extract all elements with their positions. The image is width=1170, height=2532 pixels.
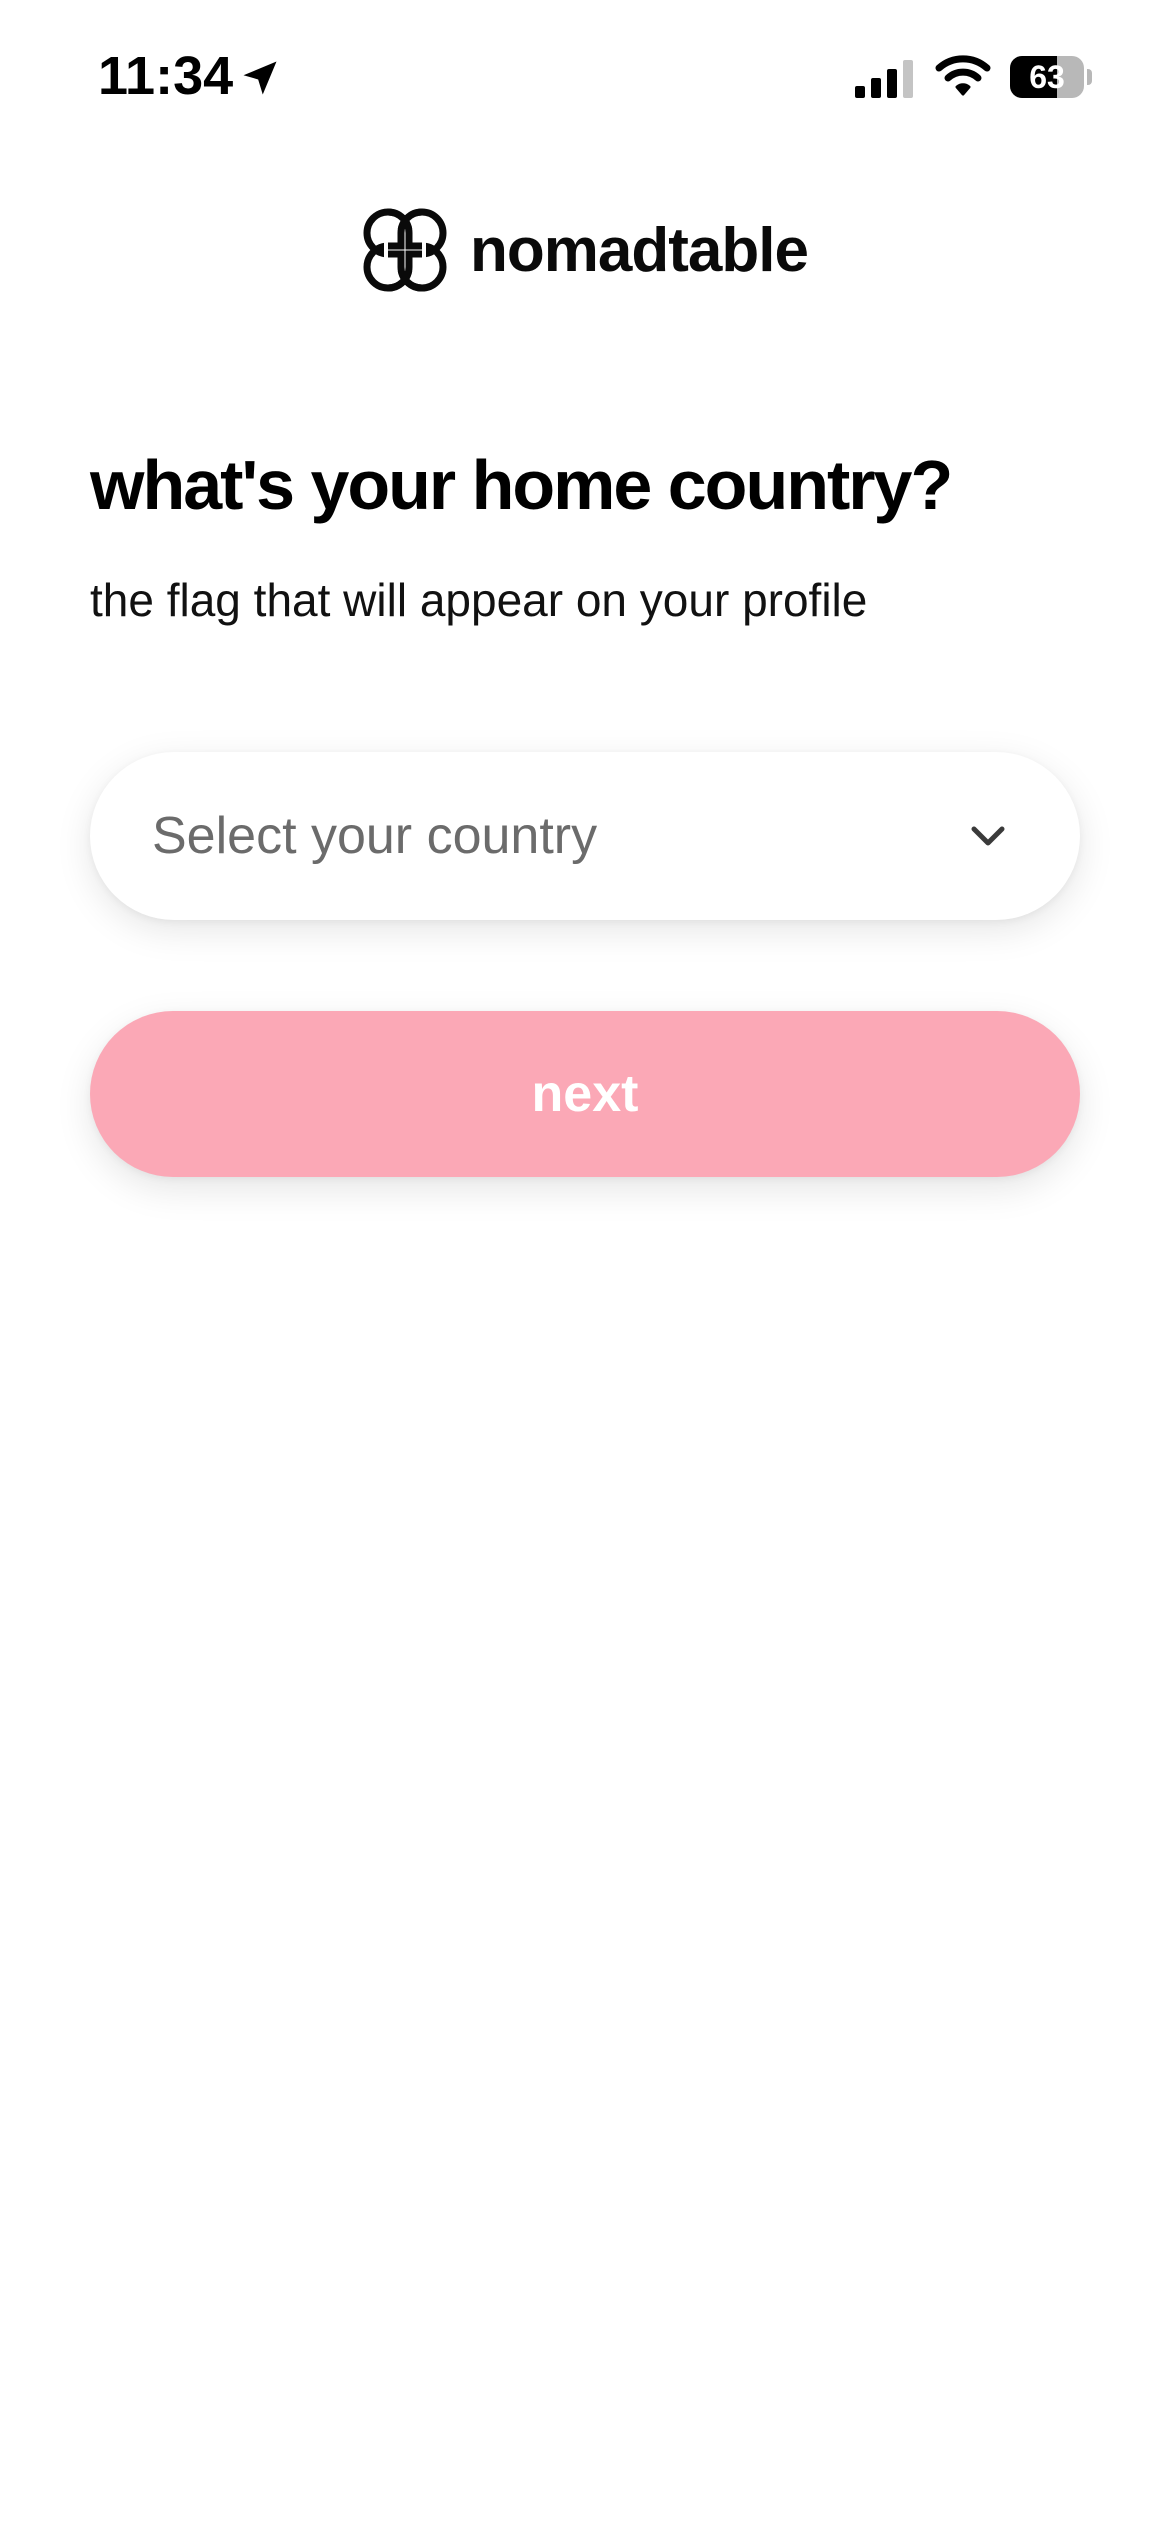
battery-cap bbox=[1087, 69, 1092, 85]
battery-body: 63 bbox=[1010, 56, 1084, 98]
chevron-down-icon bbox=[971, 826, 1005, 846]
app-logo: nomadtable bbox=[360, 204, 809, 296]
page-subtitle: the flag that will appear on your profil… bbox=[90, 574, 868, 626]
wifi-icon bbox=[935, 55, 991, 96]
four-petal-logo-icon bbox=[363, 208, 447, 292]
location-arrow-icon bbox=[243, 61, 277, 95]
next-button[interactable]: next bbox=[90, 1011, 1080, 1177]
cellular-signal-icon bbox=[855, 60, 913, 98]
status-bar: 11:34 63 bbox=[0, 0, 1170, 150]
page-title: what's your home country? bbox=[90, 446, 953, 524]
country-select-placeholder: Select your country bbox=[152, 807, 598, 865]
country-select-dropdown[interactable]: Select your country bbox=[90, 752, 1080, 920]
status-time: 11:34 bbox=[98, 46, 234, 106]
battery-level: 63 bbox=[1029, 59, 1065, 95]
logo-wordmark: nomadtable bbox=[470, 215, 809, 285]
battery-icon: 63 bbox=[1010, 56, 1092, 98]
